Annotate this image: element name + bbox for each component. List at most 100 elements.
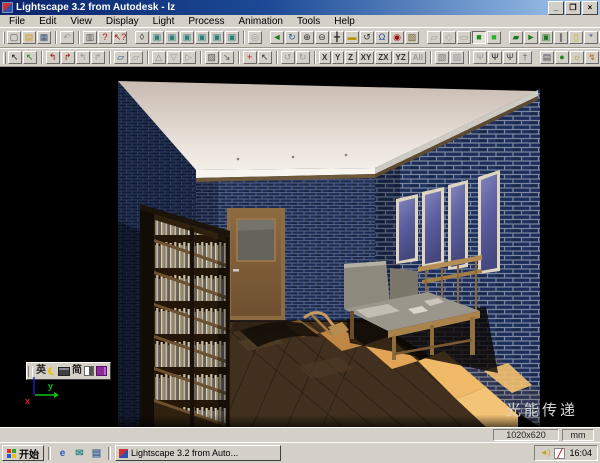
select-occluder-button[interactable]: ↱: [90, 51, 105, 64]
hidden-line-mode-button[interactable]: ◇: [442, 31, 456, 44]
rotate-view-button[interactable]: ↺: [360, 31, 374, 44]
zoom-in-button[interactable]: ⊕: [300, 31, 314, 44]
draft-button[interactable]: ∥: [554, 31, 568, 44]
daylight-button[interactable]: ☼: [570, 51, 584, 64]
align-face-button[interactable]: ▽: [166, 51, 181, 64]
zoom-extents-button[interactable]: ◎: [248, 31, 262, 44]
view-preset-5-button[interactable]: ▣: [210, 31, 224, 44]
select-button[interactable]: ↖: [7, 51, 22, 64]
menu-item[interactable]: Tools: [290, 16, 327, 27]
lock-y-button[interactable]: Y: [331, 51, 344, 64]
redraw-button[interactable]: ↻: [285, 31, 299, 44]
outline-mode-button[interactable]: ▭: [457, 31, 471, 44]
lock-z-button[interactable]: Z: [344, 51, 357, 64]
pan-button[interactable]: ╋: [330, 31, 344, 44]
flip-normal-button[interactable]: ▷: [181, 51, 196, 64]
lock-zx-button[interactable]: ZX: [375, 51, 392, 64]
key-tool-button[interactable]: ◊: [135, 31, 149, 44]
zoom-window-button[interactable]: ◉: [390, 31, 404, 44]
undo-button[interactable]: ↶: [60, 31, 74, 44]
query-surface-button[interactable]: ▱: [128, 51, 143, 64]
print-button[interactable]: ▥: [83, 31, 97, 44]
mail-icon[interactable]: ✉: [72, 446, 87, 460]
start-button[interactable]: 开始: [2, 445, 44, 461]
tablet-driver-icon[interactable]: ╱: [554, 447, 566, 459]
menu-item[interactable]: Animation: [231, 16, 289, 27]
open-button[interactable]: ▤: [22, 31, 36, 44]
ime-punctuation-icon[interactable]: [84, 366, 94, 376]
run-mode-button[interactable]: Ψ: [488, 51, 502, 64]
menu-item[interactable]: View: [63, 16, 99, 27]
redo-view-button[interactable]: ↻: [295, 51, 310, 64]
context-help-button[interactable]: ↖?: [113, 31, 127, 44]
minimize-button[interactable]: _: [548, 0, 564, 15]
title-bar[interactable]: Lightscape 3.2 from Autodesk - lz _ ❐ ×: [0, 0, 600, 15]
select-source-button[interactable]: ↰: [75, 51, 90, 64]
view-preset-6-button[interactable]: ▣: [225, 31, 239, 44]
menu-item[interactable]: Light: [146, 16, 182, 27]
wireframe-mode-button[interactable]: ▱: [427, 31, 441, 44]
help-button[interactable]: ?: [98, 31, 112, 44]
volume-icon[interactable]: ◄): [540, 449, 551, 457]
process-control-button[interactable]: ↯: [585, 51, 599, 64]
pick-tool-button[interactable]: ↘: [219, 51, 234, 64]
ime-charset-toggle[interactable]: 简: [72, 366, 82, 376]
raytrace-button[interactable]: *: [584, 31, 598, 44]
solution-stage-button[interactable]: ●: [555, 51, 569, 64]
initiate-button[interactable]: ▰: [509, 31, 523, 44]
save-button[interactable]: ▦: [37, 31, 51, 44]
toolbar-icon: ▥: [85, 32, 95, 42]
query-entity-button[interactable]: ▱: [113, 51, 128, 64]
menu-item[interactable]: Display: [99, 16, 146, 27]
new-button[interactable]: ▢: [7, 31, 21, 44]
previous-view-button[interactable]: ◄: [270, 31, 284, 44]
enhanced-mode-button[interactable]: ■: [487, 31, 501, 44]
toolbar-grip[interactable]: [3, 51, 6, 64]
shaded-mode-button[interactable]: ■: [472, 31, 486, 44]
orbit-button[interactable]: Ω: [375, 31, 389, 44]
lock-x-button[interactable]: X: [318, 51, 331, 64]
menu-item[interactable]: Process: [181, 16, 231, 27]
stand-mode-button[interactable]: †: [518, 51, 532, 64]
lock-yz-button[interactable]: YZ: [392, 51, 409, 64]
viewport[interactable]: 光能传递 英 简 x y: [0, 67, 600, 427]
add-light-button[interactable]: +: [242, 51, 257, 64]
go-button[interactable]: ►: [524, 31, 538, 44]
snap-tool-button[interactable]: ▧: [435, 51, 449, 64]
view-preset-2-button[interactable]: ▣: [165, 31, 179, 44]
taskbar-task-button[interactable]: Lightscape 3.2 from Auto...: [115, 445, 281, 461]
show-desktop-icon[interactable]: ▤: [89, 446, 104, 460]
close-button[interactable]: ×: [582, 0, 598, 15]
toolbar-grip[interactable]: [3, 31, 5, 44]
select-surface-button[interactable]: ↰: [45, 51, 60, 64]
lock-all-button[interactable]: All: [409, 51, 426, 64]
toolbar-icon: △: [155, 52, 163, 62]
view-preset-4-button[interactable]: ▣: [195, 31, 209, 44]
restore-button[interactable]: ❐: [565, 0, 581, 15]
level-tool-button[interactable]: ▬: [345, 31, 359, 44]
menu-item[interactable]: Edit: [32, 16, 63, 27]
menu-item[interactable]: Help: [327, 16, 362, 27]
walk-mode-button[interactable]: Ψ: [473, 51, 487, 64]
view-preset-1-button[interactable]: ▣: [150, 31, 164, 44]
window-3: [448, 180, 468, 270]
ime-softkeyboard-icon[interactable]: [96, 366, 107, 376]
fly-mode-button[interactable]: Ψ: [503, 51, 517, 64]
vertex-snap-button[interactable]: ▨: [450, 51, 464, 64]
ie-icon[interactable]: e: [55, 446, 70, 460]
select-object-button[interactable]: ↖: [257, 51, 272, 64]
select-patch-button[interactable]: ↱: [60, 51, 75, 64]
undo-view-button[interactable]: ↺: [280, 51, 295, 64]
toolbar-icon: Ψ: [506, 52, 514, 62]
zoom-out-button[interactable]: ⊖: [315, 31, 329, 44]
menu-item[interactable]: File: [2, 16, 32, 27]
view-preset-3-button[interactable]: ▣: [180, 31, 194, 44]
lock-xy-button[interactable]: XY: [357, 51, 375, 64]
snapshot-button[interactable]: ▯: [569, 31, 583, 44]
orient-face-button[interactable]: △: [151, 51, 166, 64]
layers-button[interactable]: ▤: [540, 51, 554, 64]
mesh-tool-button[interactable]: ▨: [204, 51, 219, 64]
restore-view-button[interactable]: ▧: [405, 31, 419, 44]
select-query-button[interactable]: ↖: [22, 51, 37, 64]
update-button[interactable]: ▣: [539, 31, 553, 44]
